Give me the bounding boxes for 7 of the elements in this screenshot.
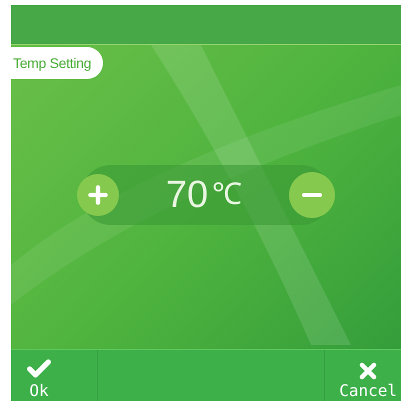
increase-button[interactable] <box>77 174 119 216</box>
decrease-button[interactable] <box>289 172 335 218</box>
temperature-unit: ℃ <box>212 180 242 210</box>
temperature-value: 70 <box>166 176 208 214</box>
cancel-button[interactable]: Cancel <box>335 350 401 401</box>
minus-icon <box>302 193 322 197</box>
ok-button[interactable]: Ok <box>21 350 57 401</box>
